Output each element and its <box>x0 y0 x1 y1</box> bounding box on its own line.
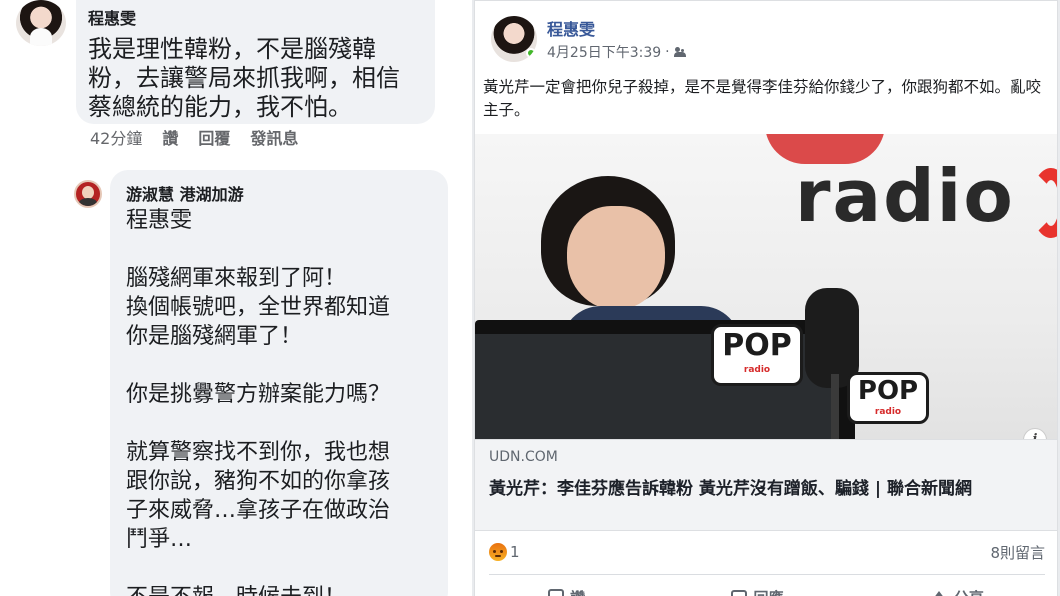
photo-mic-arm <box>831 374 839 439</box>
link-preview-image[interactable]: radio POP radio POP radio i <box>475 134 1057 439</box>
angry-reaction-icon[interactable] <box>489 543 507 561</box>
reply-line: 你是挑釁警方辦案能力嗎？ <box>126 382 391 407</box>
reply-bubble: 游淑慧 港湖加游 程惠雯 腦殘網軍來報到了阿！ 換個帳號吧，全世界都知道 你是腦… <box>110 170 448 596</box>
link-preview[interactable]: UDN.COM 黃光芹：李佳芬應告訴韓粉 黃光芹沒有蹭飯、騙錢 | 聯合新聞網 <box>475 439 1057 531</box>
reply-line <box>126 409 448 438</box>
pop-radio-badge: POP radio <box>847 372 929 424</box>
reply-line <box>126 351 448 380</box>
post-meta: 4月25日下午3:39 · <box>547 42 686 62</box>
radio-logo: radio <box>795 154 1015 238</box>
comment-line: 我是理性韓粉，不是腦殘韓 <box>88 35 376 63</box>
reaction-count[interactable]: 1 <box>510 543 520 561</box>
share-label: 分享 <box>954 587 984 596</box>
pop-badge-text: POP <box>857 376 919 406</box>
pop-badge-sub: radio <box>743 365 771 375</box>
link-domain: UDN.COM <box>489 449 558 465</box>
pop-badge-text: POP <box>722 328 792 363</box>
reply-avatar[interactable] <box>74 180 102 208</box>
comment-line: 粉，去讓警局來抓我啊，相信 <box>88 64 400 92</box>
comment-label: 回應 <box>753 587 783 596</box>
logo-decoration <box>1031 168 1057 238</box>
share-icon <box>929 591 948 596</box>
reply-text: 程惠雯 腦殘網軍來報到了阿！ 換個帳號吧，全世界都知道 你是腦殘網軍了！ 你是挑… <box>126 206 448 596</box>
commenter-avatar[interactable] <box>16 0 66 46</box>
comment-bubble: 程惠雯 我是理性韓粉，不是腦殘韓 粉，去讓警局來抓我啊，相信 蔡總統的能力，我不… <box>76 0 435 124</box>
photo-person-face <box>567 206 665 310</box>
like-button[interactable]: 讚 <box>548 582 585 596</box>
online-status-icon <box>526 48 536 58</box>
comment-actions: 42分鐘 讚 回覆 發訊息 <box>90 128 298 150</box>
comment-text: 我是理性韓粉，不是腦殘韓 粉，去讓警局來抓我啊，相信 蔡總統的能力，我不怕。 <box>88 35 423 122</box>
comment-timestamp[interactable]: 42分鐘 <box>90 128 142 150</box>
post-author-avatar[interactable] <box>491 16 537 62</box>
divider <box>489 574 1045 575</box>
reply-line: 就算警察找不到你，我也想 <box>126 440 391 465</box>
reply-mention[interactable]: 程惠雯 <box>126 206 448 235</box>
reply-line: 不是不報，時候未到！ <box>126 583 448 596</box>
reply-line: 子來威脅…拿孩子在做政治 <box>126 498 391 523</box>
comment-button[interactable]: 回應 <box>731 582 784 596</box>
like-icon <box>548 589 565 596</box>
reply-line <box>126 554 448 583</box>
reply-line: 腦殘網軍來報到了阿！ <box>126 266 347 291</box>
post-action-bar: 讚 回應 分享 <box>475 582 1057 596</box>
post-panel: 程惠雯 4月25日下午3:39 · 黃光芹一定會把你兒子殺掉，是不是覺得李佳芬給… <box>472 0 1060 596</box>
comment-icon <box>731 590 748 596</box>
pop-radio-badge: POP radio <box>711 324 803 386</box>
info-icon[interactable]: i <box>1023 428 1047 439</box>
share-button[interactable]: 分享 <box>929 582 984 596</box>
reply-line: 你是腦殘網軍了！ <box>126 324 303 349</box>
reply-link[interactable]: 回覆 <box>198 128 230 150</box>
like-link[interactable]: 讚 <box>162 128 178 150</box>
reply-author[interactable]: 游淑慧 港湖加游 <box>126 184 448 206</box>
reply-line: 跟你說，豬狗不如的你拿孩 <box>126 469 391 494</box>
comment-thread: 程惠雯 我是理性韓粉，不是腦殘韓 粉，去讓警局來抓我啊，相信 蔡總統的能力，我不… <box>0 0 472 596</box>
reaction-summary: 1 8則留言 <box>489 540 1045 564</box>
post-author[interactable]: 程惠雯 <box>547 16 595 40</box>
comment-line: 蔡總統的能力，我不怕。 <box>88 93 352 121</box>
comment-count[interactable]: 8則留言 <box>990 542 1045 563</box>
reply-line: 換個帳號吧，全世界都知道 <box>126 295 391 320</box>
reply-line: 鬥爭… <box>126 527 193 552</box>
friends-icon[interactable] <box>673 46 686 58</box>
pop-badge-sub: radio <box>874 407 902 417</box>
reply-line <box>126 235 448 264</box>
message-link[interactable]: 發訊息 <box>250 128 298 150</box>
comment-author[interactable]: 程惠雯 <box>88 8 423 30</box>
link-title[interactable]: 黃光芹：李佳芬應告訴韓粉 黃光芹沒有蹭飯、騙錢 | 聯合新聞網 <box>489 478 1043 500</box>
post-card: 程惠雯 4月25日下午3:39 · 黃光芹一定會把你兒子殺掉，是不是覺得李佳芬給… <box>474 0 1058 596</box>
like-label: 讚 <box>570 587 585 596</box>
meta-separator: · <box>665 44 670 60</box>
post-date[interactable]: 4月25日下午3:39 <box>547 42 661 62</box>
post-text: 黃光芹一定會把你兒子殺掉，是不是覺得李佳芬給你錢少了，你跟狗都不如。亂咬主子。 <box>483 78 1042 119</box>
